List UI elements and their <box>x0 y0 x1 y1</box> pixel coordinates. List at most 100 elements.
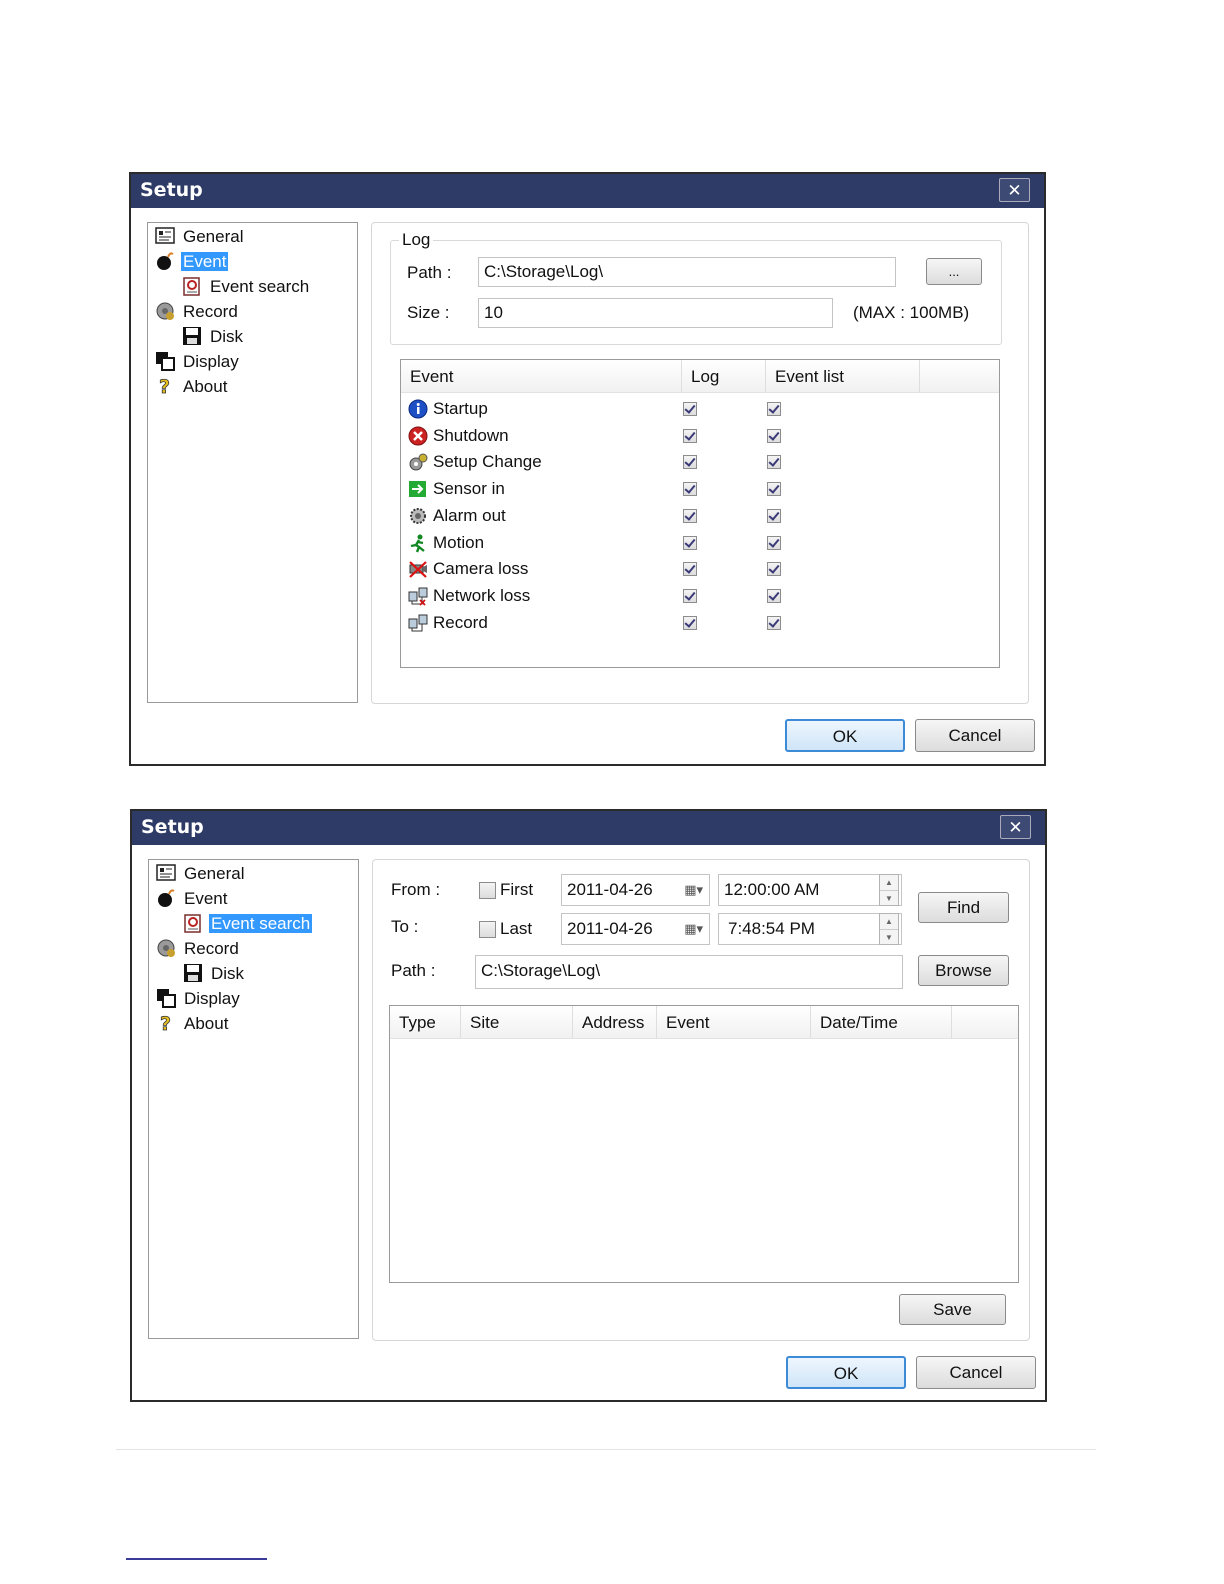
to-date-picker[interactable]: 2011-04-26 ▦▾ <box>561 913 710 945</box>
first-checkbox-box[interactable] <box>479 882 496 900</box>
find-button[interactable]: Find <box>918 892 1009 923</box>
log-path-field[interactable]: C:\Storage\Log\ <box>478 257 896 287</box>
list-item[interactable]: Shutdown <box>401 423 999 449</box>
column-header-date-time[interactable]: Date/Time <box>811 1006 952 1038</box>
spin-down-icon[interactable]: ▼ <box>880 929 898 945</box>
tree-label: Display <box>183 352 239 371</box>
log-checkbox[interactable] <box>683 508 697 523</box>
log-checkbox[interactable] <box>683 482 697 497</box>
event-list-checkbox[interactable] <box>767 428 781 443</box>
from-date-picker[interactable]: 2011-04-26 ▦▾ <box>561 874 710 906</box>
footer-divider <box>116 1449 1096 1450</box>
browse-path-button[interactable]: ... <box>926 258 982 285</box>
event-list-checkbox[interactable] <box>767 615 781 630</box>
column-header-event-list[interactable]: Event list <box>766 360 920 392</box>
tree-item-general[interactable]: General <box>156 862 246 885</box>
tree-item-record[interactable]: Record <box>155 300 240 323</box>
from-time-field[interactable]: 12:00:00 AM <box>718 874 902 906</box>
log-checkbox[interactable] <box>683 535 697 550</box>
event-list-checkbox[interactable] <box>767 562 781 577</box>
display-icon <box>156 988 176 1008</box>
list-item[interactable]: Sensor in <box>401 476 999 502</box>
tree-label: Record <box>183 302 238 321</box>
cancel-button[interactable]: Cancel <box>916 1356 1036 1389</box>
from-time-spinner[interactable]: ▲ ▼ <box>879 874 899 906</box>
log-size-field[interactable]: 10 <box>478 298 833 328</box>
spin-down-icon[interactable]: ▼ <box>880 890 898 906</box>
search-results-table: Type Site Address Event Date/Time <box>389 1005 1019 1283</box>
event-search-icon <box>182 276 202 296</box>
tree-item-event-search[interactable]: Event search <box>183 912 313 935</box>
tree-label: General <box>184 864 245 883</box>
spin-up-icon[interactable]: ▲ <box>880 875 898 890</box>
search-path-field[interactable]: C:\Storage\Log\ <box>475 955 903 989</box>
list-item[interactable]: Camera loss <box>401 556 999 582</box>
save-button[interactable]: Save <box>899 1294 1006 1325</box>
event-list-checkbox[interactable] <box>767 588 781 603</box>
log-checkbox[interactable] <box>683 562 697 577</box>
ok-button[interactable]: OK <box>785 719 905 752</box>
column-header-address[interactable]: Address <box>573 1006 657 1038</box>
list-item[interactable]: Motion <box>401 530 999 556</box>
tree-item-disk[interactable]: Disk <box>183 962 246 985</box>
event-list-checkbox[interactable] <box>767 455 781 470</box>
event-list-checkbox[interactable] <box>767 402 781 416</box>
event-list-checkbox[interactable] <box>767 535 781 550</box>
log-checkbox[interactable] <box>683 428 697 443</box>
last-checkbox-box[interactable] <box>479 921 496 939</box>
tree-item-disk[interactable]: Disk <box>182 325 245 348</box>
list-item[interactable]: Record <box>401 610 999 636</box>
tree-item-about[interactable]: ? About <box>156 1012 230 1035</box>
event-list-checkbox[interactable] <box>767 508 781 523</box>
tree-label: Event <box>181 252 229 271</box>
last-checkbox[interactable]: Last <box>479 919 532 939</box>
tree-label: Event <box>184 889 228 908</box>
tree-item-display[interactable]: Display <box>155 350 241 373</box>
tree-label: About <box>183 377 228 396</box>
log-checkbox[interactable] <box>683 402 697 416</box>
tree-item-about[interactable]: ? About <box>155 375 229 398</box>
tree-item-record[interactable]: Record <box>156 937 241 960</box>
spin-up-icon[interactable]: ▲ <box>880 914 898 929</box>
ok-button[interactable]: OK <box>786 1356 906 1389</box>
list-item[interactable]: Setup Change <box>401 449 999 475</box>
list-item[interactable]: Startup <box>401 396 999 422</box>
calendar-dropdown-icon[interactable]: ▦▾ <box>684 914 703 944</box>
browse-button[interactable]: Browse <box>918 955 1009 986</box>
to-time-field[interactable]: 7:48:54 PM <box>718 913 902 945</box>
tree-item-event[interactable]: Event <box>155 250 229 273</box>
last-label: Last <box>500 919 533 938</box>
calendar-dropdown-icon[interactable]: ▦▾ <box>684 875 703 905</box>
about-icon: ? <box>156 1012 176 1035</box>
alarm-out-icon <box>408 506 428 526</box>
log-checkbox[interactable] <box>683 615 697 630</box>
log-group: Log Path : C:\Storage\Log\ ... Size : 10… <box>390 230 1002 345</box>
cancel-button[interactable]: Cancel <box>915 719 1035 752</box>
column-header-event[interactable]: Event <box>401 360 682 392</box>
dialog-title: Setup <box>141 816 204 838</box>
close-button[interactable]: ✕ <box>999 178 1030 202</box>
log-checkbox[interactable] <box>683 588 697 603</box>
column-header-log[interactable]: Log <box>682 360 766 392</box>
svg-text:?: ? <box>160 1013 171 1033</box>
log-checkbox[interactable] <box>683 455 697 470</box>
close-button[interactable]: ✕ <box>1000 815 1031 839</box>
column-header-event[interactable]: Event <box>657 1006 811 1038</box>
first-checkbox[interactable]: First <box>479 880 533 900</box>
list-item[interactable]: Network loss <box>401 583 999 609</box>
list-item[interactable]: Alarm out <box>401 503 999 529</box>
tree-item-event[interactable]: Event <box>156 887 229 910</box>
tree-item-general[interactable]: General <box>155 225 245 248</box>
column-header-site[interactable]: Site <box>461 1006 573 1038</box>
event-list-checkbox[interactable] <box>767 482 781 497</box>
column-header-type[interactable]: Type <box>390 1006 461 1038</box>
tree-item-display[interactable]: Display <box>156 987 242 1010</box>
info-icon <box>408 399 428 419</box>
to-label: To : <box>391 917 419 936</box>
shutdown-icon <box>408 426 428 446</box>
path-label: Path : <box>407 263 452 282</box>
to-time-spinner[interactable]: ▲ ▼ <box>879 913 899 945</box>
tree-item-event-search[interactable]: Event search <box>182 275 311 298</box>
event-settings-panel: Log Path : C:\Storage\Log\ ... Size : 10… <box>371 222 1029 704</box>
tree-label: Disk <box>210 327 244 346</box>
